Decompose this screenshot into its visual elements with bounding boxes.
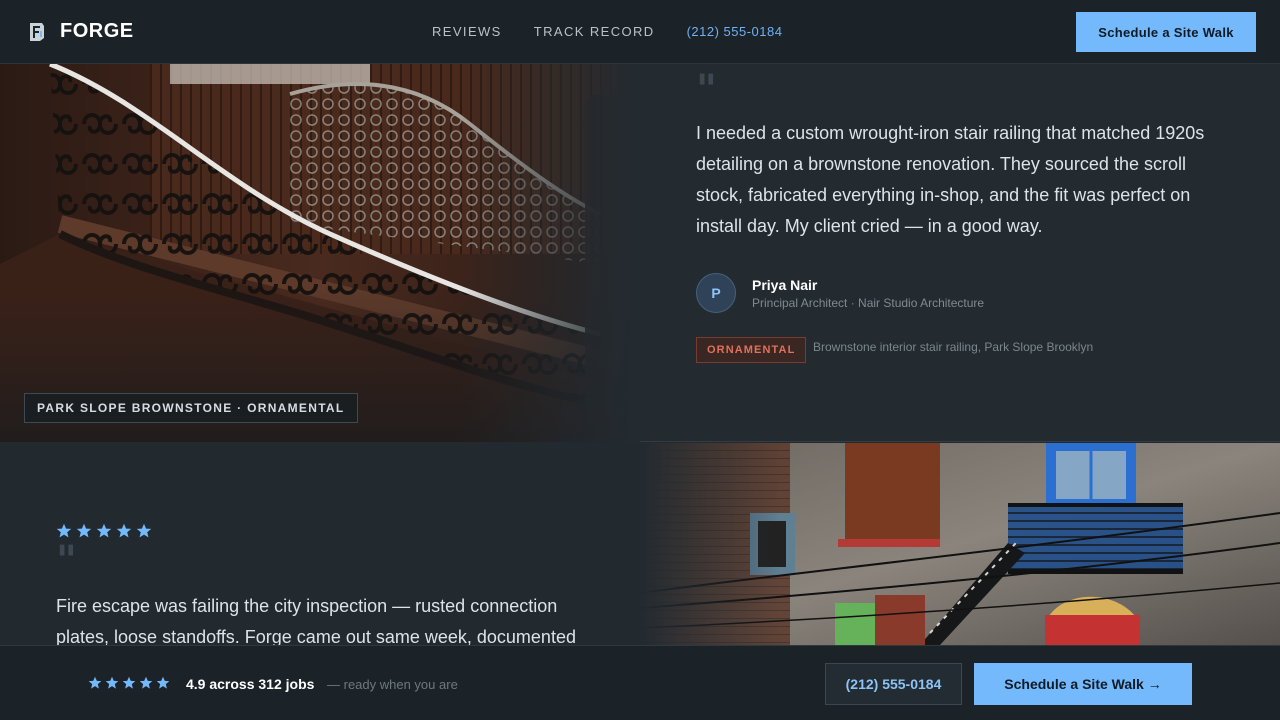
sticky-cta-bar: 4.9 across 312 jobs — ready when you are… <box>0 645 1280 720</box>
brand-name: FORGE <box>60 20 134 42</box>
quote-mark-icon: " <box>56 537 77 584</box>
photo-caption: PARK SLOPE BROWNSTONE · ORNAMENTAL <box>24 393 358 423</box>
schedule-site-walk-button[interactable]: Schedule a Site Walk <box>1076 12 1256 52</box>
project-description: Brownstone interior stair railing, Park … <box>813 340 1094 354</box>
star-icon <box>88 676 102 689</box>
review-photo-stair-railing: PARK SLOPE BROWNSTONE · ORNAMENTAL <box>0 64 640 442</box>
main-nav: REVIEWS TRACK RECORD (212) 555-0184 <box>432 24 782 39</box>
star-icon <box>96 523 112 538</box>
nav-phone-link[interactable]: (212) 555-0184 <box>687 24 783 39</box>
author-role: Principal Architect · Nair Studio Archit… <box>752 296 985 310</box>
star-icon <box>105 676 119 689</box>
forge-logo-icon <box>30 22 44 41</box>
nav-track-record[interactable]: TRACK RECORD <box>534 24 655 39</box>
review-photo-fire-escape <box>640 443 1280 645</box>
site-header: FORGE REVIEWS TRACK RECORD (212) 555-018… <box>0 0 1280 64</box>
call-phone-button[interactable]: (212) 555-0184 <box>825 663 962 705</box>
category-tag: ORNAMENTAL <box>696 337 807 363</box>
star-icon <box>139 676 153 689</box>
star-icon <box>116 523 132 538</box>
review-quote-text: Fire escape was failing the city inspect… <box>56 596 576 645</box>
author-name: Priya Nair <box>752 277 818 293</box>
star-icon <box>156 676 170 689</box>
star-icon <box>76 523 92 538</box>
review-quote-text: I needed a custom wrought-iron stair rai… <box>696 123 1205 236</box>
quote-mark-icon: " <box>696 66 717 113</box>
star-icon <box>122 676 136 689</box>
review-card-ornamental: PARK SLOPE BROWNSTONE · ORNAMENTAL " I n… <box>0 64 1280 442</box>
aggregate-rating-text: 4.9 across 312 jobs <box>186 676 315 692</box>
author-avatar: P <box>696 273 736 313</box>
star-icon <box>136 523 152 538</box>
brand-logo[interactable]: FORGE <box>28 20 134 43</box>
review-card-fire-escape: " Fire escape was failing the city inspe… <box>0 443 1280 645</box>
schedule-site-walk-bottom-button[interactable]: Schedule a Site Walk → <box>974 663 1192 705</box>
aggregate-star-rating <box>88 676 170 690</box>
nav-reviews[interactable]: REVIEWS <box>432 24 502 39</box>
ready-note: — ready when you are <box>327 677 458 692</box>
